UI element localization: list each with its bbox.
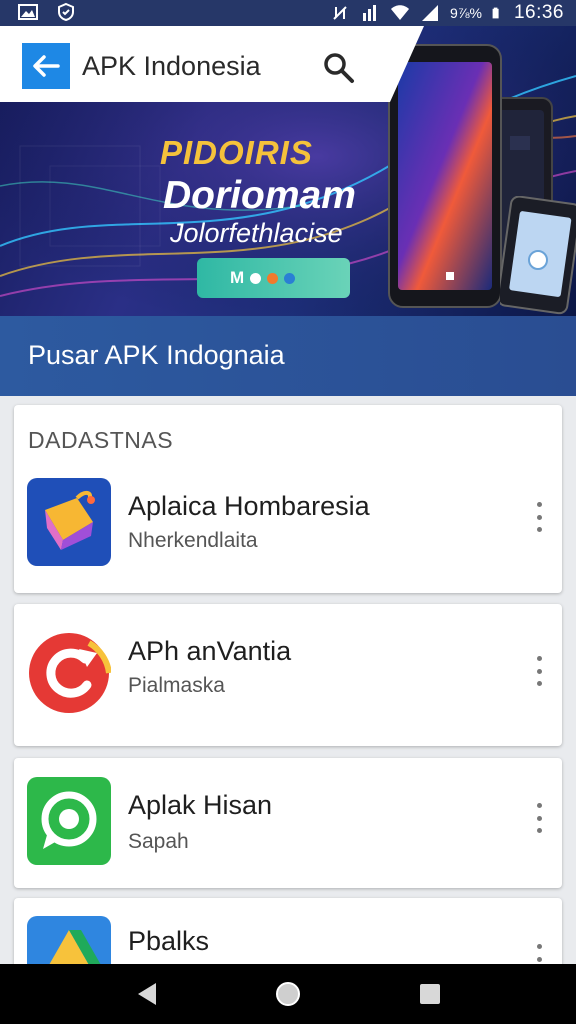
- more-options-icon[interactable]: [534, 656, 544, 686]
- status-clock: 16:36: [513, 2, 564, 23]
- section-header: Pusar APK Indognaia: [0, 316, 576, 396]
- app-icon: [27, 777, 111, 865]
- list-card[interactable]: DADASTNAS Aplaica Hombaresia Nherkendlai…: [14, 405, 562, 593]
- wifi-icon: [391, 5, 410, 20]
- more-options-icon[interactable]: [534, 803, 544, 833]
- list-card[interactable]: APh anVantia Pialmaska: [14, 604, 562, 746]
- nav-back-icon[interactable]: [134, 980, 162, 1008]
- battery-icon: [492, 7, 499, 19]
- phone-mockup-small: [500, 196, 576, 315]
- image-icon: [18, 4, 38, 20]
- app-icon: [27, 478, 111, 566]
- mute-icon: [333, 6, 347, 20]
- app-name: Aplak Hisan: [128, 790, 273, 820]
- list-header: DADASTNAS: [28, 427, 174, 453]
- app-name: Pbalks: [128, 926, 210, 956]
- chat-bubble-icon: [41, 791, 97, 849]
- list-card[interactable]: Aplak Hisan Sapah: [14, 758, 562, 888]
- app-name: Aplaica Hombaresia: [128, 491, 370, 521]
- app-bar: APK Indonesia: [0, 26, 424, 102]
- carousel-dot: [284, 272, 296, 284]
- refresh-icon: [29, 633, 111, 713]
- promo-banner[interactable]: APK Indonesia PIDOIRIS Doriomam Jolorfet…: [0, 26, 576, 316]
- navigation-bar: [0, 964, 576, 1024]
- promo-title: Doriomam: [163, 174, 356, 217]
- carousel-dot: [267, 272, 279, 284]
- app-subtitle: Pialmaska: [128, 674, 225, 697]
- arrow-left-icon: [33, 55, 60, 77]
- cell-icon: [422, 5, 439, 21]
- battery-percent: 9⅞%: [450, 5, 482, 21]
- signal-icon: [363, 5, 377, 21]
- app-subtitle: Sapah: [128, 830, 189, 853]
- section-title: Pusar APK Indognaia: [28, 340, 285, 370]
- search-icon[interactable]: [322, 51, 356, 85]
- shield-icon: [58, 2, 74, 22]
- app-icon: [27, 629, 111, 717]
- promo-button[interactable]: M: [197, 258, 350, 298]
- nav-recents-icon[interactable]: [416, 980, 444, 1008]
- nav-home-icon[interactable]: [274, 980, 302, 1008]
- more-options-icon[interactable]: [534, 502, 544, 532]
- back-button[interactable]: [22, 43, 70, 89]
- carousel-dot: [250, 272, 262, 284]
- promo-button-label: M: [230, 268, 245, 287]
- status-bar: 9⅞% 16:36: [0, 0, 576, 26]
- app-subtitle: Nherkendlaita: [128, 529, 258, 552]
- promo-kicker: PIDOIRIS: [160, 134, 313, 171]
- promo-subtitle: Jolorfethlacise: [170, 218, 343, 248]
- app-title: APK Indonesia: [82, 51, 261, 81]
- gift-box-icon: [45, 491, 95, 550]
- app-name: APh anVantia: [128, 636, 292, 666]
